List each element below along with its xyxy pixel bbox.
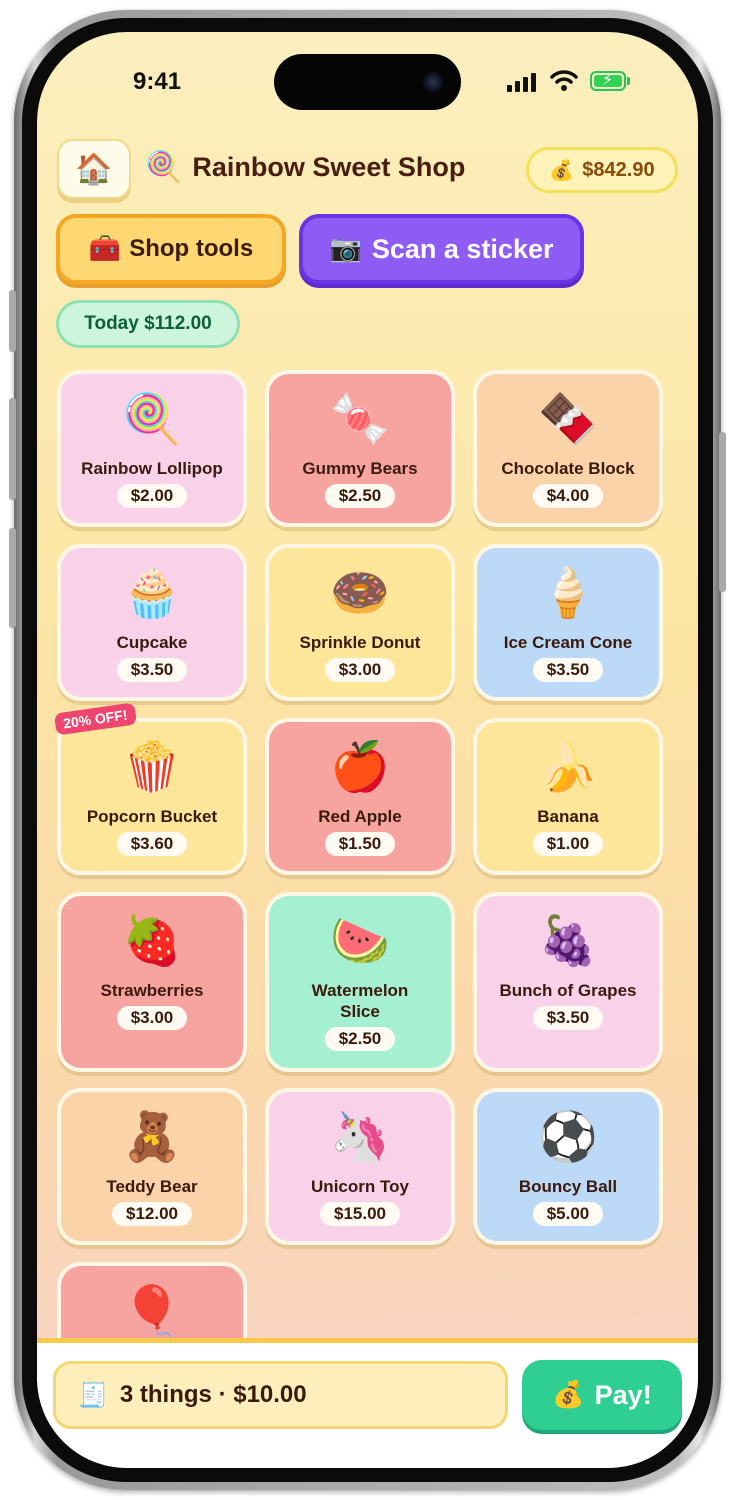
product-price: $3.00	[324, 658, 396, 682]
product-price: $3.50	[532, 1006, 604, 1030]
product-price: $2.50	[324, 484, 396, 508]
product-name: Ice Cream Cone	[503, 633, 633, 652]
pay-button[interactable]: 💰 Pay!	[522, 1360, 682, 1430]
product-price: $2.00	[116, 484, 188, 508]
product-name: Sprinkle Donut	[299, 633, 421, 652]
product-price: $3.50	[532, 658, 604, 682]
strawberry-icon: 🍓	[122, 913, 182, 969]
product-name: Bunch of Grapes	[499, 981, 637, 1000]
product-tile[interactable]: 🍩 Sprinkle Donut $3.00	[265, 544, 455, 701]
product-tile[interactable]: 🍓 Strawberries $3.00	[57, 892, 247, 1072]
shop-title: 🍭 Rainbow Sweet Shop	[145, 150, 465, 185]
popcorn-icon: 🍿	[122, 739, 182, 795]
product-name: Red Apple	[318, 807, 402, 826]
unicorn-icon: 🦄	[330, 1109, 390, 1165]
candy-icon: 🍬	[330, 391, 390, 447]
cupcake-icon: 🧁	[122, 565, 182, 621]
product-name: Chocolate Block	[501, 459, 635, 478]
product-tile[interactable]: ⚽ Bouncy Ball $5.00	[473, 1088, 663, 1245]
balance-badge: 💰 $842.90	[526, 147, 678, 193]
balance-amount: $842.90	[582, 158, 655, 181]
donut-icon: 🍩	[330, 565, 390, 621]
toolbox-icon: 🧰	[88, 234, 122, 264]
power-button	[719, 432, 726, 592]
balloon-icon: 🎈	[122, 1283, 182, 1339]
product-tile[interactable]: 🦄 Unicorn Toy $15.00	[265, 1088, 455, 1245]
product-tile[interactable]: 🍫 Chocolate Block $4.00	[473, 370, 663, 527]
silent-switch	[9, 290, 16, 352]
scan-sticker-button[interactable]: 📷 Scan a sticker	[299, 214, 584, 284]
product-price: $1.50	[324, 832, 396, 856]
money-bag-icon: 💰	[552, 1380, 585, 1410]
product-price: $4.00	[532, 484, 604, 508]
home-button[interactable]: 🏠	[57, 139, 131, 199]
product-name: Strawberries	[100, 981, 204, 1000]
product-name: Cupcake	[116, 633, 188, 652]
app-screen: 9:41 ⚡ 🍭 Rainbow Lollipop $2.00 🍬 Gummy …	[37, 32, 698, 1468]
today-total-badge: Today $112.00	[56, 300, 240, 348]
product-tile[interactable]: 🎈	[57, 1262, 247, 1342]
product-name: Popcorn Bucket	[86, 807, 218, 826]
banana-icon: 🍌	[538, 739, 598, 795]
watermelon-icon: 🍉	[330, 913, 390, 969]
scan-sticker-label: Scan a sticker	[371, 233, 554, 264]
product-tile[interactable]: 🍿 Popcorn Bucket $3.60	[57, 718, 247, 875]
volume-up-button	[9, 398, 16, 500]
shop-tools-label: Shop tools	[129, 235, 254, 262]
product-tile[interactable]: 🍉 Watermelon Slice $2.50	[265, 892, 455, 1072]
page-title: Rainbow Sweet Shop	[192, 152, 466, 182]
product-name: Rainbow Lollipop	[81, 459, 223, 478]
chocolate-bar-icon: 🍫	[538, 391, 598, 447]
product-price: $3.50	[116, 658, 188, 682]
lollipop-icon: 🍭	[122, 391, 182, 447]
money-bag-icon: 💰	[549, 158, 575, 182]
lollipop-icon: 🍭	[145, 150, 183, 185]
receipt-icon: 🧾	[78, 1381, 108, 1409]
shop-tools-button[interactable]: 🧰 Shop tools	[56, 214, 286, 284]
product-name: Gummy Bears	[302, 459, 418, 478]
checkout-bar: 🧾 3 things · $10.00 💰 Pay!	[37, 1338, 698, 1468]
product-name: Bouncy Ball	[518, 1177, 618, 1196]
volume-down-button	[9, 528, 16, 628]
product-price: $3.00	[116, 1006, 188, 1030]
teddy-bear-icon: 🧸	[122, 1109, 182, 1165]
product-price: $3.60	[116, 832, 188, 856]
product-tile[interactable]: 🍌 Banana $1.00	[473, 718, 663, 875]
product-name: Banana	[537, 807, 599, 826]
product-name: Unicorn Toy	[311, 1177, 409, 1196]
product-tile[interactable]: 🍭 Rainbow Lollipop $2.00	[57, 370, 247, 527]
soccer-ball-icon: ⚽	[538, 1109, 598, 1165]
product-name: Watermelon Slice	[311, 981, 409, 1021]
product-tile[interactable]: 🍦 Ice Cream Cone $3.50	[473, 544, 663, 701]
product-tile[interactable]: 🍇 Bunch of Grapes $3.50	[473, 892, 663, 1072]
product-price: $12.00	[112, 1202, 192, 1226]
cart-summary-text: 3 things · $10.00	[119, 1381, 307, 1408]
grapes-icon: 🍇	[538, 913, 598, 969]
product-name: Teddy Bear	[106, 1177, 198, 1196]
camera-icon: 📷	[329, 234, 362, 264]
product-tile[interactable]: 🍬 Gummy Bears $2.50	[265, 370, 455, 527]
product-price: $2.50	[324, 1027, 396, 1051]
apple-icon: 🍎	[330, 739, 390, 795]
product-tile[interactable]: 🍎 Red Apple $1.50	[265, 718, 455, 875]
product-tile[interactable]: 🧁 Cupcake $3.50	[57, 544, 247, 701]
pay-label: Pay!	[594, 1379, 652, 1410]
product-price: $1.00	[532, 832, 604, 856]
cart-summary[interactable]: 🧾 3 things · $10.00	[53, 1361, 508, 1429]
house-icon: 🏠	[75, 151, 113, 187]
product-tile[interactable]: 🧸 Teddy Bear $12.00	[57, 1088, 247, 1245]
product-price: $15.00	[320, 1202, 400, 1226]
ice-cream-icon: 🍦	[538, 565, 598, 621]
product-price: $5.00	[532, 1202, 604, 1226]
